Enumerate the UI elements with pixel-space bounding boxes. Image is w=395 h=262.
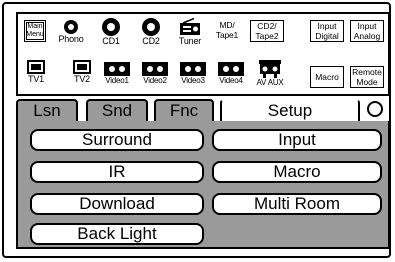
source-label: CD1	[102, 36, 120, 46]
source-av-aux[interactable]: AV AUX	[252, 60, 288, 88]
source-bar: Main Menu Phono CD1 CD2 Tuner MD/ Tape1	[16, 12, 390, 96]
source-video2[interactable]: Video2	[138, 62, 172, 86]
tape-icon	[180, 62, 206, 76]
source-label: CD2	[142, 36, 160, 46]
tv-icon	[73, 60, 91, 74]
source-label: Video4	[219, 76, 243, 85]
source-label: Video1	[105, 76, 129, 85]
source-tuner[interactable]: Tuner	[174, 18, 206, 46]
ir-button[interactable]: IR	[30, 161, 204, 183]
remote-screen: Main Menu Phono CD1 CD2 Tuner MD/ Tape1	[2, 2, 391, 258]
source-label: Input Digital	[315, 21, 339, 41]
source-label: Remote Mode	[352, 67, 382, 87]
remote-mode-button[interactable]: Remote Mode	[350, 66, 384, 88]
source-md-tape1[interactable]: MD/ Tape1	[210, 20, 244, 40]
source-label: MD/ Tape1	[215, 20, 239, 40]
source-label: Video2	[143, 76, 167, 85]
source-label: CD2/ Tape2	[255, 21, 279, 41]
source-cd2-tape2[interactable]: CD2/ Tape2	[250, 20, 284, 42]
main-menu-button[interactable]: Main Menu	[24, 20, 46, 42]
multi-room-button[interactable]: Multi Room	[212, 193, 382, 215]
source-tv2[interactable]: TV2	[70, 60, 94, 84]
tape-icon	[104, 62, 130, 76]
macro-button[interactable]: Macro	[310, 66, 344, 88]
main-menu-label: Main Menu	[26, 23, 44, 38]
tab-bar: Lsn Snd Fnc Setup	[16, 99, 390, 121]
source-label: TV1	[28, 74, 44, 84]
tape-icon	[142, 62, 168, 76]
radio-icon	[180, 18, 200, 35]
av-aux-icon	[259, 60, 281, 78]
disc-icon	[64, 20, 78, 34]
input-analog-button[interactable]: Input Analog	[350, 20, 384, 42]
source-cd2[interactable]: CD2	[136, 18, 166, 46]
tv-icon	[27, 60, 45, 74]
source-label: Video3	[181, 76, 205, 85]
source-label: Tuner	[178, 36, 202, 46]
disc-icon	[102, 18, 120, 36]
download-button[interactable]: Download	[30, 193, 204, 215]
macro-setup-button[interactable]: Macro	[212, 161, 382, 183]
input-button[interactable]: Input	[212, 129, 382, 151]
source-label: Macro	[315, 72, 339, 82]
source-label: AV AUX	[256, 78, 284, 87]
setup-panel: Surround Input IR Macro Download Multi R…	[16, 121, 390, 249]
tab-fnc[interactable]: Fnc	[154, 99, 214, 121]
status-dot	[367, 101, 383, 117]
source-label: Phono	[58, 34, 84, 44]
tab-lsn[interactable]: Lsn	[16, 99, 78, 121]
back-light-button[interactable]: Back Light	[30, 223, 204, 245]
disc-icon	[142, 18, 160, 36]
source-cd1[interactable]: CD1	[96, 18, 126, 46]
tab-snd[interactable]: Snd	[86, 99, 148, 121]
source-video1[interactable]: Video1	[100, 62, 134, 86]
source-video3[interactable]: Video3	[176, 62, 210, 86]
source-tv1[interactable]: TV1	[24, 60, 48, 84]
source-label: TV2	[74, 74, 90, 84]
tab-setup[interactable]: Setup	[220, 99, 360, 121]
input-digital-button[interactable]: Input Digital	[310, 20, 344, 42]
source-video4[interactable]: Video4	[214, 62, 248, 86]
source-phono[interactable]: Phono	[56, 20, 86, 44]
surround-button[interactable]: Surround	[30, 129, 204, 151]
source-label: Input Analog	[353, 21, 381, 41]
tape-icon	[218, 62, 244, 76]
